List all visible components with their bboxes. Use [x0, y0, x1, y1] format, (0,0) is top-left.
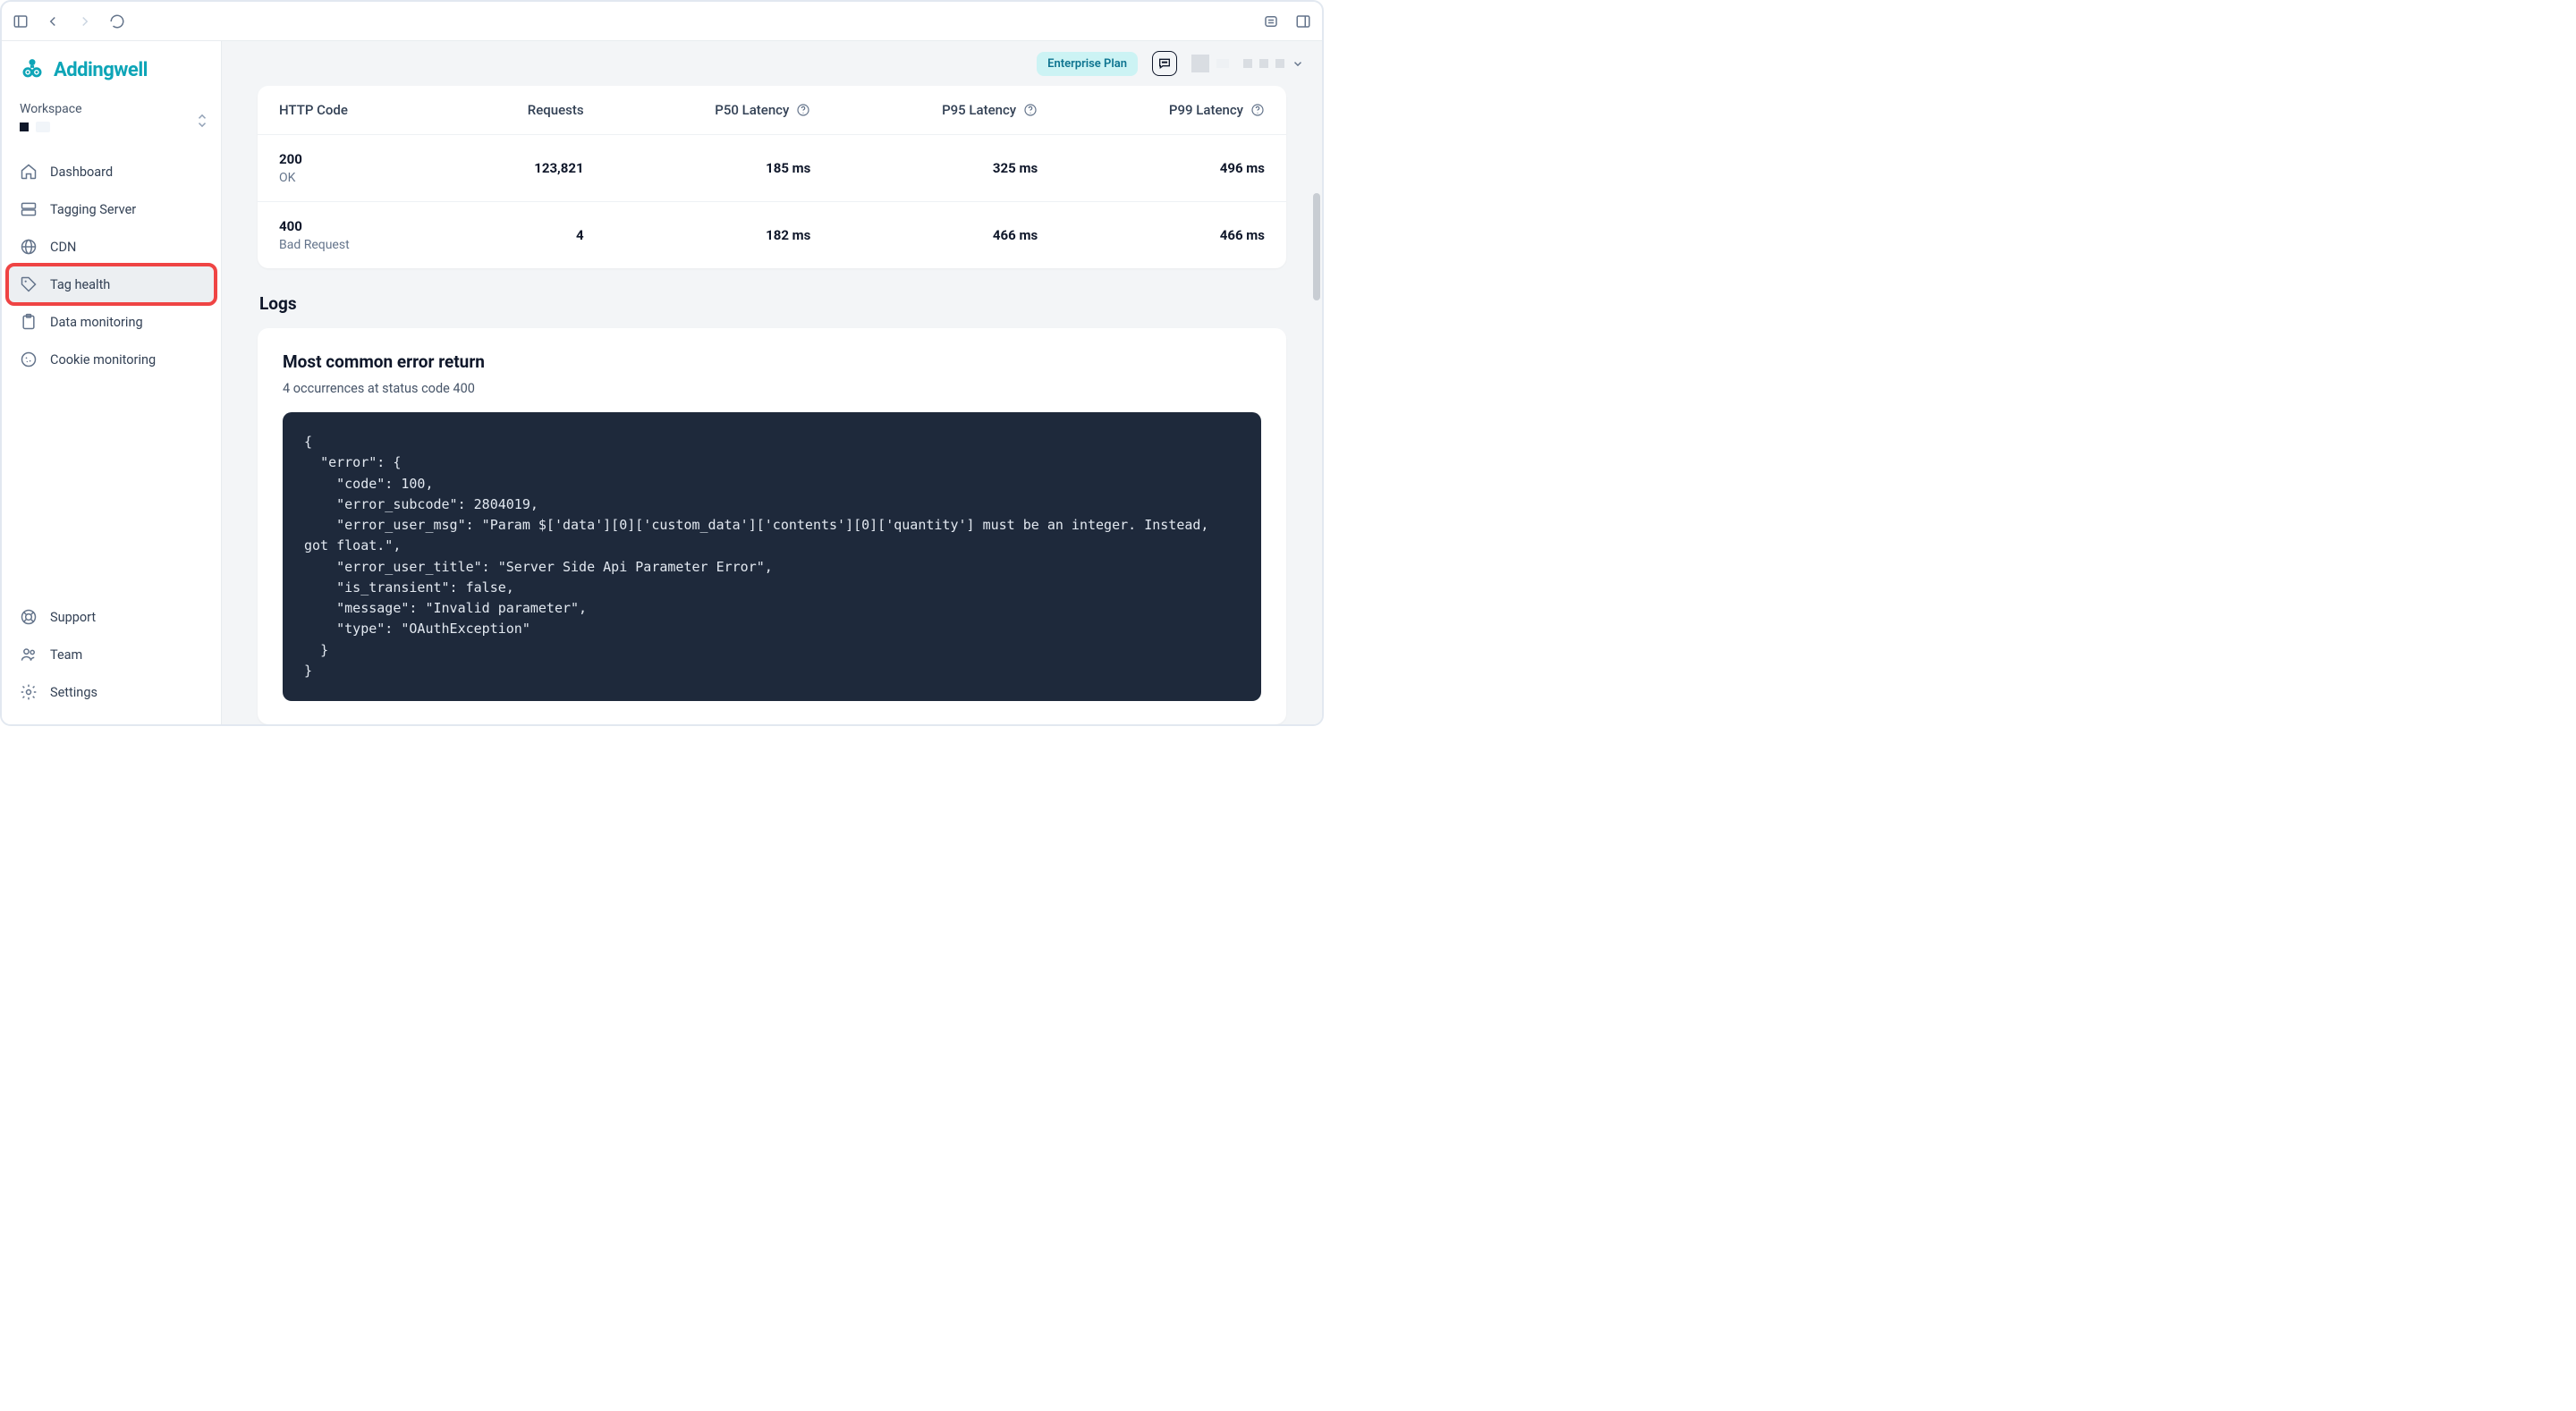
help-icon[interactable] [796, 103, 810, 117]
sidebar-bottom-nav: Support Team Settings [2, 592, 221, 724]
sidebar-item-label: Settings [50, 685, 97, 700]
sidebar-item-label: Tagging Server [50, 202, 136, 217]
sidebar-item-support[interactable]: Support [9, 599, 214, 635]
sidebar-item-tagging-server[interactable]: Tagging Server [9, 191, 214, 227]
cell-p95: 466 ms [832, 202, 1059, 269]
settings-toggle-icon[interactable] [1263, 13, 1279, 30]
sidebar-item-cookie-monitoring[interactable]: Cookie monitoring [9, 342, 214, 377]
cell-p99: 466 ms [1059, 202, 1286, 269]
col-p95: P95 Latency [832, 86, 1059, 135]
sidebar-item-label: Team [50, 647, 82, 663]
sidebar-nav: Dashboard Tagging Server CDN Tag health … [2, 145, 221, 386]
table-header-row: HTTP Code Requests P50 Latency P95 Laten… [258, 86, 1286, 135]
sidebar-item-label: Dashboard [50, 165, 113, 180]
help-icon[interactable] [1023, 103, 1038, 117]
help-icon[interactable] [1250, 103, 1265, 117]
reload-icon[interactable] [109, 13, 125, 30]
logs-section-title: Logs [259, 293, 1286, 314]
logs-heading: Most common error return [283, 351, 1261, 372]
back-icon[interactable] [45, 13, 61, 30]
chat-icon [1157, 56, 1172, 71]
workspace-switcher[interactable]: Workspace [2, 93, 221, 145]
scrollbar[interactable] [1313, 193, 1320, 300]
http-code: 400 [279, 218, 421, 234]
cell-p50: 182 ms [606, 202, 833, 269]
cell-requests: 4 [443, 202, 605, 269]
sidebar-item-label: Data monitoring [50, 315, 143, 330]
sidebar-item-dashboard[interactable]: Dashboard [9, 154, 214, 190]
clipboard-icon [20, 313, 38, 331]
sidebar-item-label: Cookie monitoring [50, 352, 156, 368]
sidebar-item-data-monitoring[interactable]: Data monitoring [9, 304, 214, 340]
sidebar-item-label: CDN [50, 240, 76, 255]
col-p50: P50 Latency [606, 86, 833, 135]
http-code: 200 [279, 151, 421, 167]
http-code-label: Bad Request [279, 238, 421, 252]
logs-subtitle: 4 occurrences at status code 400 [283, 381, 1261, 396]
chevron-updown-icon [196, 113, 208, 129]
main-content: HTTP Code Requests P50 Latency P95 Laten… [222, 86, 1322, 724]
cell-p99: 496 ms [1059, 135, 1286, 202]
cell-p95: 325 ms [832, 135, 1059, 202]
panel-right-icon[interactable] [1295, 13, 1311, 30]
workspace-label: Workspace [20, 102, 203, 116]
table-row: 400 Bad Request 4 182 ms 466 ms 466 ms [258, 202, 1286, 269]
workspace-color-icon [20, 123, 29, 131]
col-http-code: HTTP Code [258, 86, 443, 135]
response-status-table: HTTP Code Requests P50 Latency P95 Laten… [258, 86, 1286, 268]
panel-toggle-icon[interactable] [13, 13, 29, 30]
sidebar-item-tag-health[interactable]: Tag health [9, 266, 214, 302]
logo-icon [20, 57, 45, 82]
topbar: Enterprise Plan [222, 41, 1322, 86]
cookie-icon [20, 351, 38, 368]
chevron-down-icon [1292, 57, 1304, 70]
sidebar-item-label: Tag health [50, 277, 110, 292]
sidebar-item-settings[interactable]: Settings [9, 674, 214, 710]
users-icon [20, 646, 38, 663]
chat-button[interactable] [1152, 51, 1177, 76]
globe-icon [20, 238, 38, 256]
brand-logo[interactable]: Addingwell [2, 41, 221, 93]
cell-p50: 185 ms [606, 135, 833, 202]
gear-icon [20, 683, 38, 701]
lifebuoy-icon [20, 608, 38, 626]
table-row: 200 OK 123,821 185 ms 325 ms 496 ms [258, 135, 1286, 202]
org-placeholder [1191, 55, 1229, 72]
col-requests: Requests [443, 86, 605, 135]
col-p99: P99 Latency [1059, 86, 1286, 135]
server-icon [20, 200, 38, 218]
sidebar: Addingwell Workspace Dashboard Tagging S… [2, 41, 222, 724]
forward-icon [77, 13, 93, 30]
logs-card: Most common error return 4 occurrences a… [258, 328, 1286, 724]
http-code-label: OK [279, 171, 421, 185]
home-icon [20, 163, 38, 181]
cell-requests: 123,821 [443, 135, 605, 202]
sidebar-item-cdn[interactable]: CDN [9, 229, 214, 265]
tag-icon [20, 275, 38, 293]
sidebar-item-team[interactable]: Team [9, 637, 214, 672]
workspace-name-placeholder [36, 122, 50, 132]
browser-toolbar [2, 2, 1322, 41]
sidebar-item-label: Support [50, 610, 96, 625]
error-json-block: { "error": { "code": 100, "error_subcode… [283, 412, 1261, 701]
account-menu[interactable] [1243, 57, 1304, 70]
plan-badge: Enterprise Plan [1037, 52, 1138, 76]
brand-name: Addingwell [54, 59, 148, 81]
